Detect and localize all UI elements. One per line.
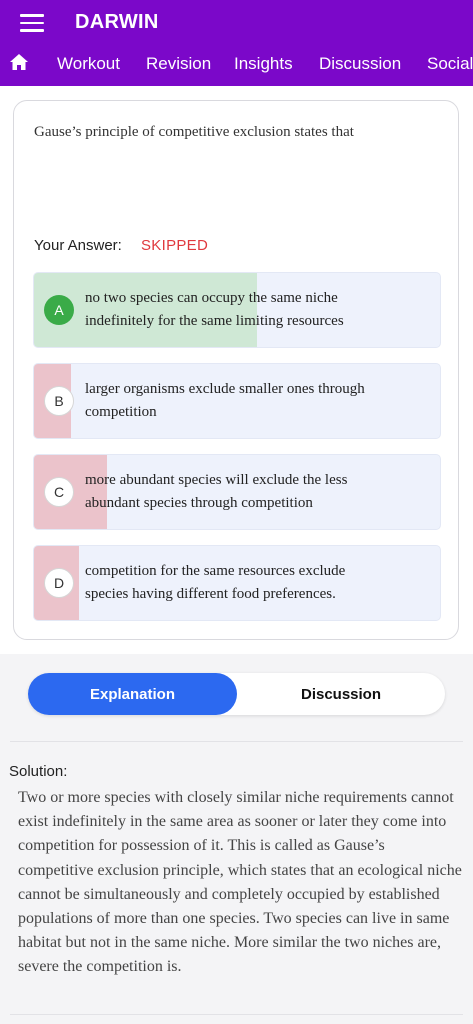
question-section: Gause’s principle of competitive exclusi… [0,86,473,654]
option-d-text: competition for the same resources exclu… [85,563,346,602]
your-answer-label: Your Answer: [34,237,122,254]
option-d-badge: D [44,568,74,598]
option-d[interactable]: D competition for the same resources exc… [34,546,440,620]
nav-item-social[interactable]: Social [427,54,473,74]
explanation-discussion-tabs: Explanation Discussion [28,673,445,715]
option-a-badge: A [44,295,74,325]
app-title: DARWIN [75,11,159,33]
option-c-text: more abundant species will exclude the l… [85,472,348,511]
question-card: Gause’s principle of competitive exclusi… [13,100,459,640]
option-c-badge: C [44,477,74,507]
option-c[interactable]: C more abundant species will exclude the… [34,455,440,529]
nav-item-workout[interactable]: Workout [57,54,120,74]
option-b-badge: B [44,386,74,416]
solution-label: Solution: [9,763,68,780]
nav-item-discussion[interactable]: Discussion [319,54,401,74]
home-icon[interactable] [9,52,29,72]
divider [10,741,463,742]
your-answer-status: SKIPPED [141,237,209,254]
divider [10,1014,463,1015]
option-b[interactable]: B larger organisms exclude smaller ones … [34,364,440,438]
solution-text: Two or more species with closely similar… [18,789,462,976]
nav-item-revision[interactable]: Revision [146,54,211,74]
tab-explanation[interactable]: Explanation [28,673,237,715]
option-a[interactable]: A no two species can occupy the same nic… [34,273,440,347]
nav-item-insights[interactable]: Insights [234,54,293,74]
app-header: DARWIN Workout Revision Insights Discuss… [0,0,473,86]
top-bar: DARWIN [0,0,473,44]
question-text: Gause’s principle of competitive exclusi… [34,124,354,140]
tab-discussion[interactable]: Discussion [237,673,445,715]
option-b-text: larger organisms exclude smaller ones th… [85,381,365,420]
option-a-text: no two species can occupy the same niche… [85,290,344,329]
nav-bar: Workout Revision Insights Discussion Soc… [0,44,473,86]
hamburger-menu-icon[interactable] [20,14,44,32]
